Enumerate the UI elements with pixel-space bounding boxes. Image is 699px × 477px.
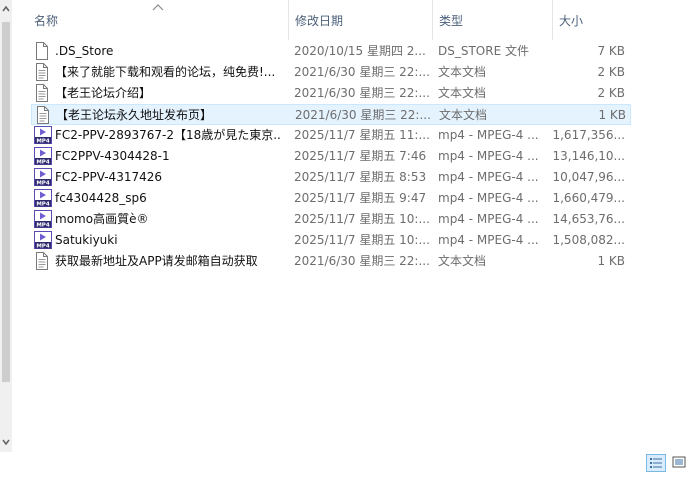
file-type: mp4 - MPEG-4 ... bbox=[438, 128, 539, 142]
file-row[interactable]: 【老王论坛永久地址发布页】 2021/6/30 星期三 22:... 文本文档 1 K… bbox=[31, 104, 631, 125]
file-row[interactable]: MP4 momo高画質è® 2025/11/7 星期五 10:... mp4 - MP… bbox=[31, 209, 631, 230]
file-size: 1,508,082... bbox=[552, 233, 625, 247]
column-header: 名称 修改日期 类型 大小 bbox=[14, 0, 699, 41]
file-size: 1 KB bbox=[598, 108, 626, 122]
details-view-icon bbox=[650, 458, 662, 468]
text-document-icon bbox=[34, 252, 52, 270]
scrollbar-thumb[interactable] bbox=[2, 22, 10, 382]
file-date: 2021/6/30 星期三 22:... bbox=[294, 86, 430, 100]
file-date: 2025/11/7 星期五 7:46 bbox=[294, 149, 427, 163]
svg-text:MP4: MP4 bbox=[36, 180, 50, 186]
large-icons-view-button[interactable] bbox=[670, 454, 690, 472]
file-type: 文本文档 bbox=[439, 108, 488, 122]
file-row[interactable]: 【老王论坛介绍】 2021/6/30 星期三 22:... 文本文档 2 KB bbox=[31, 83, 631, 104]
mp4-video-icon: MP4 bbox=[34, 147, 52, 165]
file-type: mp4 - MPEG-4 ... bbox=[438, 233, 539, 247]
file-date: 2025/11/7 星期五 10:... bbox=[294, 233, 430, 247]
file-size: 13,146,10... bbox=[552, 149, 625, 163]
file-size: 2 KB bbox=[597, 86, 625, 100]
file-size: 14,653,76... bbox=[552, 212, 625, 226]
mp4-video-icon: MP4 bbox=[34, 126, 52, 144]
file-type: 文本文档 bbox=[438, 86, 487, 100]
details-view-button[interactable] bbox=[646, 454, 666, 472]
file-size: 1,660,479... bbox=[552, 191, 625, 205]
file-size: 1,617,356... bbox=[552, 128, 625, 142]
scroll-up-arrow-icon[interactable] bbox=[1, 4, 11, 14]
file-date: 2021/6/30 星期三 22:... bbox=[295, 108, 431, 122]
file-name: 【老王论坛永久地址发布页】 bbox=[56, 108, 213, 122]
svg-text:MP4: MP4 bbox=[36, 222, 50, 228]
file-name: FC2PPV-4304428-1 bbox=[55, 149, 170, 163]
file-row[interactable]: MP4 FC2-PPV-2893767-2【18歳が見た東京... 2025/11/… bbox=[31, 125, 631, 146]
file-date: 2025/11/7 星期五 8:53 bbox=[294, 170, 427, 184]
file-row[interactable]: MP4 fc4304428_sp6 2025/11/7 星期五 9:47 mp4 - … bbox=[31, 188, 631, 209]
mp4-video-icon: MP4 bbox=[34, 231, 52, 249]
file-name: FC2-PPV-2893767-2【18歳が見た東京... bbox=[55, 128, 281, 142]
file-row[interactable]: 【来了就能下载和观看的论坛，纯免费!... 2021/6/30 星期三 22:..… bbox=[31, 62, 631, 83]
file-date: 2025/11/7 星期五 11:... bbox=[294, 128, 430, 142]
generic-file-icon bbox=[34, 42, 52, 60]
file-date: 2021/6/30 星期三 22:... bbox=[294, 65, 430, 79]
file-type: mp4 - MPEG-4 ... bbox=[438, 191, 539, 205]
file-type: mp4 - MPEG-4 ... bbox=[438, 212, 539, 226]
column-header-size[interactable]: 大小 bbox=[553, 0, 643, 40]
text-document-icon bbox=[34, 63, 52, 81]
file-type: DS_STORE 文件 bbox=[438, 44, 529, 58]
file-date: 2025/11/7 星期五 10:... bbox=[294, 212, 430, 226]
column-header-date[interactable]: 修改日期 bbox=[289, 0, 433, 40]
scroll-down-arrow-icon[interactable] bbox=[1, 437, 11, 447]
column-header-type[interactable]: 类型 bbox=[433, 0, 553, 40]
svg-text:MP4: MP4 bbox=[36, 159, 50, 165]
file-type: 文本文档 bbox=[438, 254, 487, 268]
file-size: 1 KB bbox=[597, 254, 625, 268]
column-header-name[interactable]: 名称 bbox=[28, 0, 289, 40]
file-name: 【来了就能下载和观看的论坛，纯免费!... bbox=[55, 65, 276, 79]
file-row[interactable]: MP4 FC2PPV-4304428-1 2025/11/7 星期五 7:46 mp4… bbox=[31, 146, 631, 167]
file-row[interactable]: MP4 FC2-PPV-4317426 2025/11/7 星期五 8:53 mp4 … bbox=[31, 167, 631, 188]
mp4-video-icon: MP4 bbox=[34, 189, 52, 207]
file-date: 2025/11/7 星期五 9:47 bbox=[294, 191, 427, 205]
mp4-video-icon: MP4 bbox=[34, 168, 52, 186]
text-document-icon bbox=[35, 106, 53, 124]
file-name: FC2-PPV-4317426 bbox=[55, 170, 162, 184]
mp4-video-icon: MP4 bbox=[34, 210, 52, 228]
file-type: 文本文档 bbox=[438, 65, 487, 79]
file-name: momo高画質è® bbox=[55, 212, 149, 226]
file-size: 2 KB bbox=[597, 65, 625, 79]
file-row[interactable]: MP4 Satukiyuki 2025/11/7 星期五 10:... mp4 - M… bbox=[31, 230, 631, 251]
file-name: .DS_Store bbox=[55, 44, 114, 58]
file-name: fc4304428_sp6 bbox=[55, 191, 147, 205]
file-name: 获取最新地址及APP请发邮箱自动获取 bbox=[55, 254, 258, 268]
vertical-scrollbar[interactable] bbox=[0, 0, 12, 452]
file-row[interactable]: 获取最新地址及APP请发邮箱自动获取 2021/6/30 星期三 22:... 文本… bbox=[31, 251, 631, 272]
file-type: mp4 - MPEG-4 ... bbox=[438, 170, 539, 184]
text-document-icon bbox=[34, 84, 52, 102]
large-icons-view-icon bbox=[672, 456, 686, 468]
svg-text:MP4: MP4 bbox=[36, 138, 50, 144]
file-date: 2021/6/30 星期三 22:... bbox=[294, 254, 430, 268]
svg-text:MP4: MP4 bbox=[36, 201, 50, 207]
file-name: 【老王论坛介绍】 bbox=[55, 86, 152, 100]
file-date: 2020/10/15 星期四 2... bbox=[294, 44, 426, 58]
file-size: 7 KB bbox=[597, 44, 625, 58]
file-row[interactable]: .DS_Store 2020/10/15 星期四 2... DS_STORE 文件 7… bbox=[31, 41, 631, 62]
svg-text:MP4: MP4 bbox=[36, 243, 50, 249]
file-name: Satukiyuki bbox=[55, 233, 118, 247]
file-size: 10,047,96... bbox=[552, 170, 625, 184]
file-type: mp4 - MPEG-4 ... bbox=[438, 149, 539, 163]
